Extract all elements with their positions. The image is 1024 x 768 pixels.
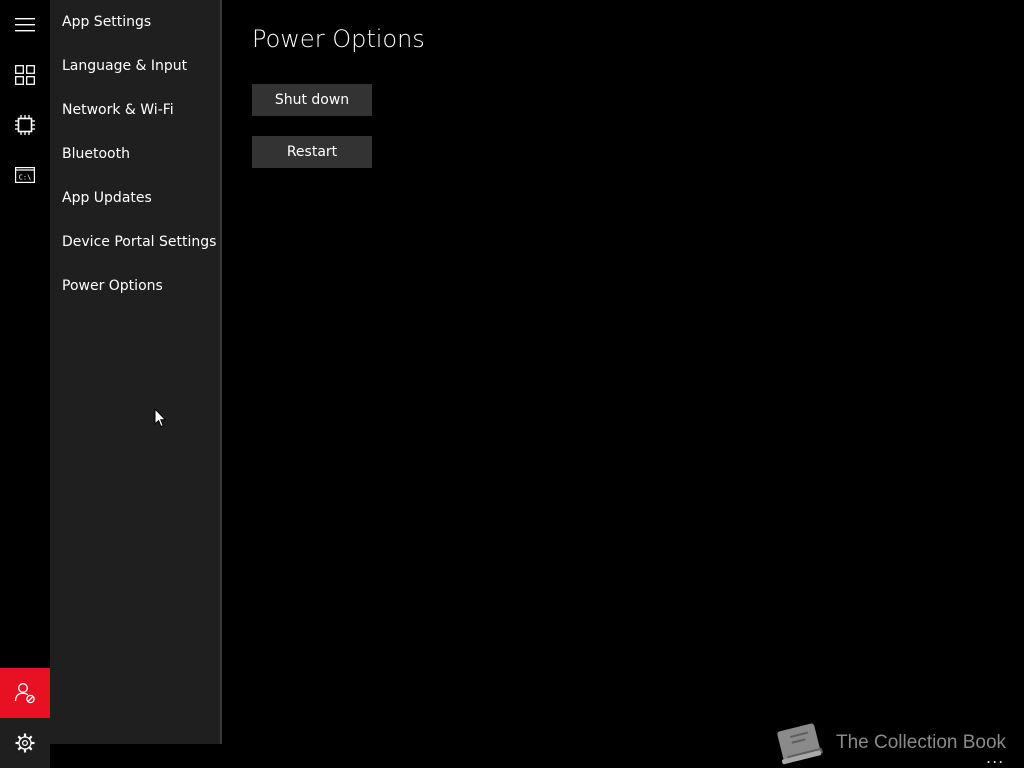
apps-grid-button[interactable] (0, 50, 50, 100)
restart-button[interactable]: Restart (252, 136, 372, 168)
shutdown-button[interactable]: Shut down (252, 84, 372, 116)
hamburger-menu-icon (15, 18, 35, 32)
apps-grid-icon (15, 65, 35, 85)
command-prompt-icon: C:\ (15, 167, 35, 183)
gear-icon (15, 733, 35, 753)
pane-item-device-portal-settings[interactable]: Device Portal Settings (62, 232, 216, 252)
hamburger-menu-button[interactable] (0, 0, 50, 50)
pane-item-app-settings[interactable]: App Settings (62, 12, 151, 32)
device-info-button[interactable] (0, 100, 50, 150)
more-options-button[interactable]: ... (986, 748, 1004, 767)
processor-chip-icon (15, 115, 35, 135)
settings-button[interactable] (0, 718, 50, 768)
user-account-button[interactable] (0, 668, 50, 718)
pane-item-app-updates[interactable]: App Updates (62, 188, 152, 208)
pane-item-language-input[interactable]: Language & Input (62, 56, 187, 76)
pane-item-network-wifi[interactable]: Network & Wi-Fi (62, 100, 174, 120)
user-blocked-icon (14, 683, 35, 704)
watermark: The Collection Book (772, 718, 1006, 768)
mouse-cursor-icon (154, 408, 166, 428)
nav-rail: C:\ (0, 0, 50, 768)
watermark-text: The Collection Book (836, 732, 1007, 753)
pane-item-bluetooth[interactable]: Bluetooth (62, 144, 130, 164)
book-icon (777, 723, 823, 765)
command-prompt-glyph: C:\ (19, 174, 32, 182)
page-title: Power Options (252, 25, 425, 53)
pane-item-power-options[interactable]: Power Options (62, 276, 163, 296)
command-line-button[interactable]: C:\ (0, 150, 50, 200)
settings-pane: App Settings Language & Input Network & … (50, 0, 222, 744)
